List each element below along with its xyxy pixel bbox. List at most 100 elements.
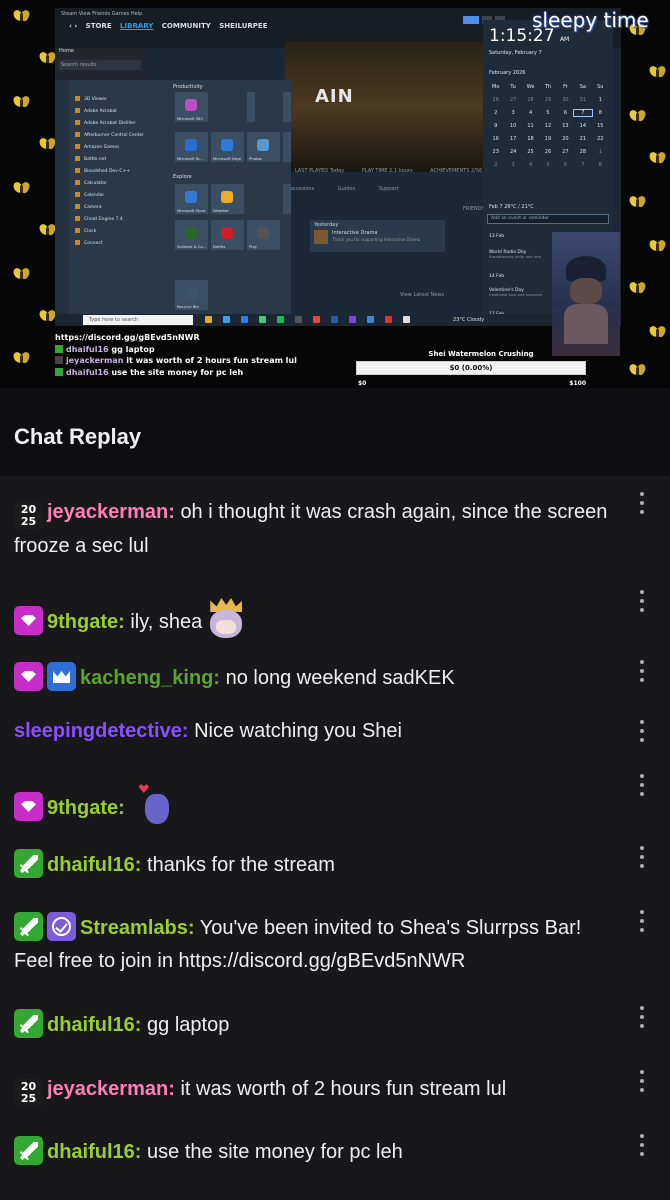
start-app-item: Camera: [75, 202, 165, 214]
tiles-header: Productivity: [173, 84, 203, 90]
verified-badge-icon[interactable]: [47, 912, 76, 941]
queen-emote-icon[interactable]: [204, 598, 248, 642]
more-options-icon[interactable]: [636, 908, 648, 934]
calendar-day: 23: [492, 149, 499, 155]
chat-username[interactable]: jeyackerman: [47, 1078, 168, 1100]
more-options-icon[interactable]: [636, 772, 648, 798]
moth-icon: [648, 324, 667, 339]
calendar-day: 22: [597, 136, 604, 142]
taskbar-app-icon: [331, 316, 338, 323]
start-app-item: Cheat Engine 7.4: [75, 214, 165, 226]
calendar-day: 3: [511, 110, 515, 116]
chat-username[interactable]: dhaiful16: [47, 854, 135, 876]
moth-icon: [12, 94, 31, 109]
calendar-day: 6: [563, 162, 568, 168]
desktop-capture: Steam View Friends Games Help ‹ › STORE …: [55, 8, 621, 326]
start-app-item: 3D Viewer: [75, 94, 165, 106]
steam-nav-store: STORE: [85, 22, 112, 30]
sword-badge-icon[interactable]: [14, 1136, 43, 1165]
subscriber-badge-icon[interactable]: [14, 662, 43, 691]
calendar-day: 10: [509, 123, 517, 129]
more-options-icon[interactable]: [636, 844, 648, 870]
chat-username[interactable]: 9thgate: [47, 797, 118, 819]
chat-username[interactable]: sleepingdetective: [14, 720, 182, 742]
chat-username[interactable]: 9thgate: [47, 611, 118, 633]
goal-min: $0: [358, 380, 367, 387]
steam-search-results: Search results: [59, 60, 141, 70]
more-options-icon[interactable]: [636, 658, 648, 684]
finger-heart-emote-icon[interactable]: [138, 784, 175, 828]
calendar-day: 26: [544, 149, 552, 155]
stat-play-time: PLAY TIME 2.1 hours: [361, 168, 413, 174]
chat-message: dhaiful16: gg laptop: [14, 1009, 614, 1042]
card-subtitle: Thank you for supporting Interactive Dra…: [332, 237, 421, 242]
calendar-weekday: Su: [597, 84, 604, 90]
overlay-chat-line: jeyackerman it was worth of 2 hours fun …: [55, 355, 355, 367]
more-options-icon[interactable]: [636, 1132, 648, 1158]
calendar-day: 1: [598, 97, 602, 103]
sword-badge-icon[interactable]: [14, 1009, 43, 1038]
moth-icon: [12, 180, 31, 195]
chat-title: Chat Replay: [14, 424, 142, 449]
chat-text: use the site money for pc leh: [147, 1141, 403, 1163]
stat-achievements: ACHIEVEMENTS 2/56: [430, 168, 483, 174]
start-tile: Photos: [247, 132, 280, 162]
moth-icon: [628, 280, 647, 295]
crown-badge-icon[interactable]: [47, 662, 76, 691]
start-tile: Microsoft Store: [175, 184, 208, 214]
start-app-item: Connect: [75, 238, 165, 250]
calendar-day: 4: [528, 162, 533, 168]
chat-username[interactable]: dhaiful16: [47, 1141, 135, 1163]
chat-message: sleepingdetective: Nice watching you She…: [14, 720, 402, 742]
calendar-event: 13 Feb: [489, 234, 505, 239]
tiles-explore: Explore: [173, 174, 192, 180]
start-tile: [283, 92, 291, 122]
moth-icon: [12, 350, 31, 365]
start-tile: [283, 184, 291, 214]
tab-guides: Guides: [337, 186, 356, 192]
moth-icon: [38, 50, 57, 65]
chat-list[interactable]: 20 25 jeyackerman: oh i thought it was cra…: [0, 476, 670, 1200]
calendar-day: 1: [598, 149, 602, 155]
calendar-day: 8: [598, 162, 602, 168]
moth-icon: [38, 222, 57, 237]
sword-badge-icon[interactable]: [14, 849, 43, 878]
subscriber-badge-icon[interactable]: [14, 606, 43, 635]
calendar-weather: Feb 7 26°C / 21°C: [489, 204, 534, 210]
more-options-icon[interactable]: [636, 1068, 648, 1094]
start-tile: Solitaire & Ca...: [175, 220, 208, 250]
start-app-item: Bloodshed Dev-C++: [75, 166, 165, 178]
goal-progress-text: $0 (0.00%): [449, 364, 493, 372]
taskbar-weather: 23°C Cloudy: [453, 317, 485, 323]
stream-video[interactable]: Steam View Friends Games Help ‹ › STORE …: [0, 0, 670, 388]
start-app-item: Calendar: [75, 190, 165, 202]
start-app-item: Afterburner Control Center: [75, 130, 165, 142]
chat-username[interactable]: kacheng_king: [80, 667, 213, 689]
chat-text: ily, shea: [130, 611, 203, 633]
start-tile: Microsoft Edge: [211, 132, 244, 162]
calendar-day: 4: [528, 110, 533, 116]
chat-message: dhaiful16: thanks for the stream: [14, 849, 614, 882]
more-options-icon[interactable]: [636, 718, 648, 744]
sword-badge-icon[interactable]: [14, 912, 43, 941]
badge-2025-icon[interactable]: 20 25: [14, 501, 43, 530]
card-title: Interactive Drama: [332, 230, 378, 236]
start-tile: Microsoft 365: [175, 92, 208, 122]
more-options-icon[interactable]: [636, 490, 648, 516]
more-options-icon[interactable]: [636, 588, 648, 614]
chat-username[interactable]: Streamlabs: [80, 917, 188, 939]
calendar-day: 29: [544, 97, 552, 103]
chat-username[interactable]: jeyackerman: [47, 501, 168, 523]
chat-username[interactable]: dhaiful16: [47, 1014, 135, 1036]
donation-goal: Shei Watermelon Crushing $0 (0.00%) $0 $…: [356, 350, 586, 387]
start-tile: Netflix: [211, 220, 244, 250]
subscriber-badge-icon[interactable]: [14, 792, 43, 821]
calendar-day: 30: [562, 97, 569, 103]
moth-icon: [648, 64, 667, 79]
more-options-icon[interactable]: [636, 1004, 648, 1030]
start-menu-rail: [55, 80, 69, 318]
calendar-day: 18: [527, 136, 534, 142]
chat-message: 20 25 jeyackerman: oh i thought it was cra…: [14, 501, 608, 557]
badge-2025-icon[interactable]: 20 25: [14, 1078, 43, 1107]
calendar-day: 28: [527, 97, 534, 103]
